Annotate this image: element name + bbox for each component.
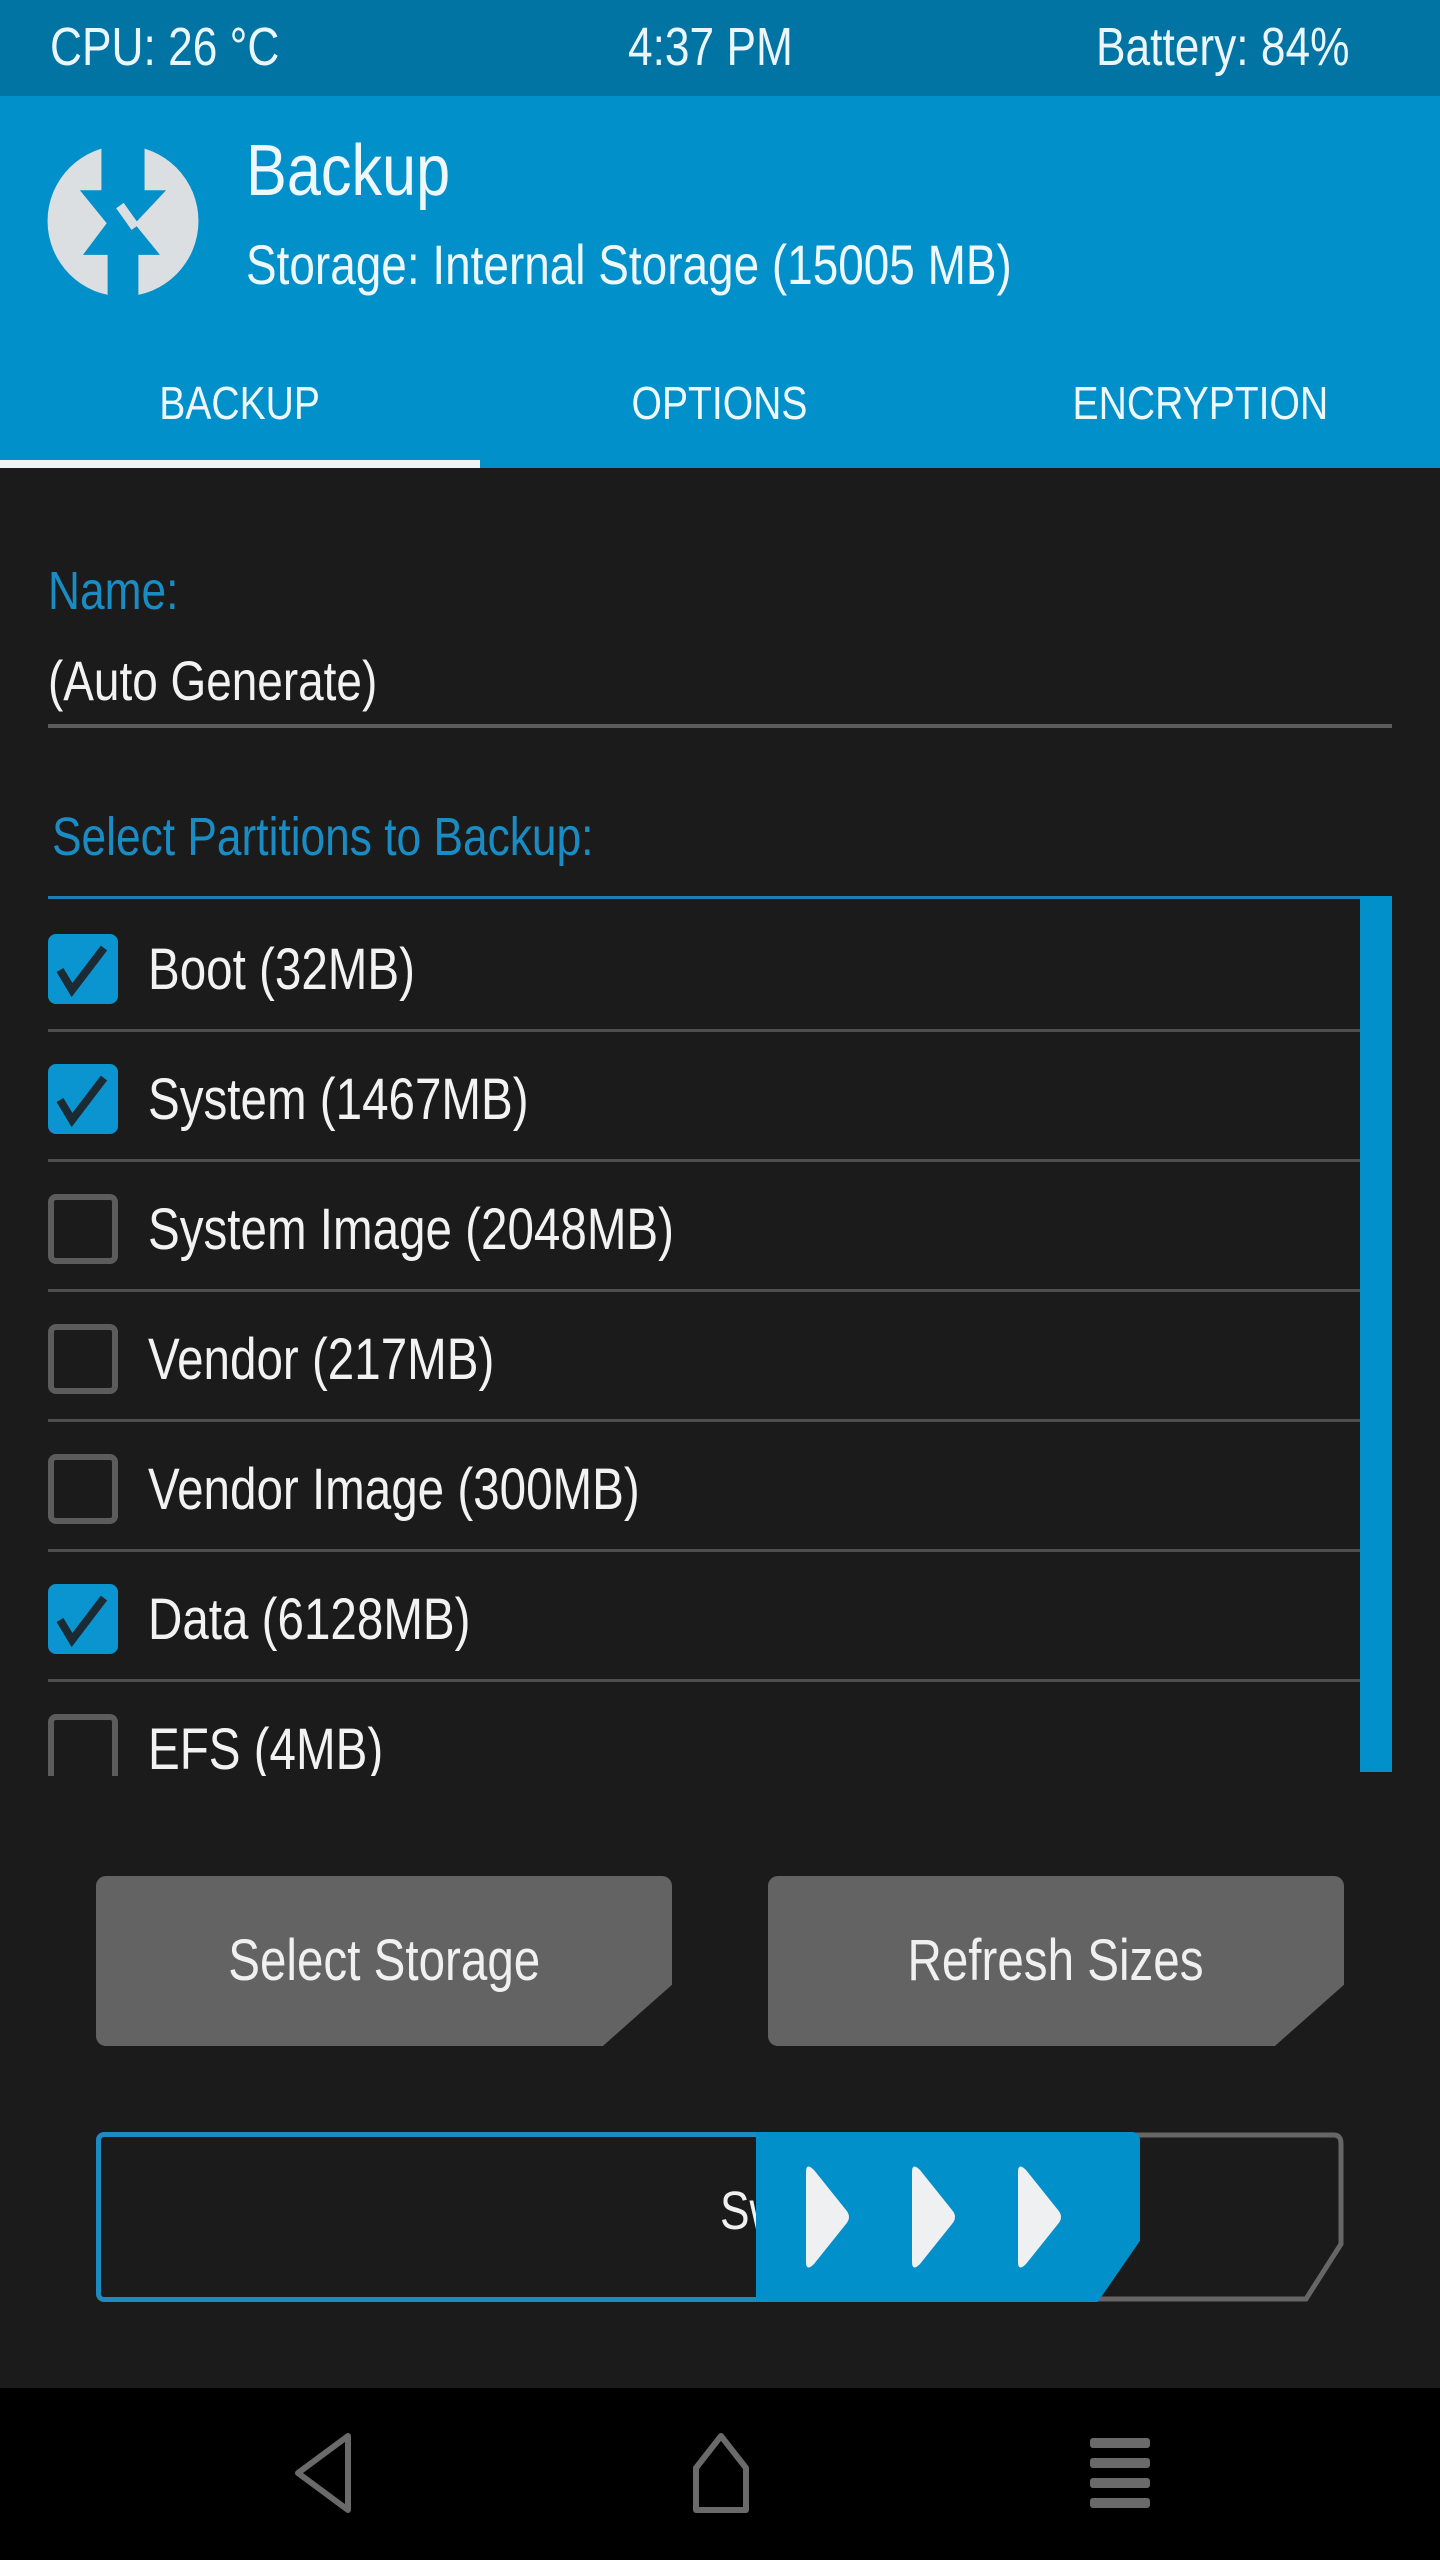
- name-input-underline: [48, 724, 1392, 728]
- tab-options[interactable]: OPTIONS: [480, 376, 960, 466]
- active-tab-indicator: [0, 460, 480, 468]
- swipe-handle[interactable]: [756, 2132, 1140, 2302]
- back-icon[interactable]: [278, 2428, 368, 2518]
- partition-row[interactable]: System (1467MB): [48, 1032, 1360, 1162]
- status-bar: CPU: 26 °C 4:37 PM Battery: 84%: [0, 0, 1440, 96]
- partition-label: Vendor (217MB): [148, 1327, 495, 1392]
- checkbox-unchecked[interactable]: [48, 1194, 118, 1264]
- partition-row[interactable]: Vendor Image (300MB): [48, 1422, 1360, 1552]
- storage-info: Storage: Internal Storage (15005 MB): [246, 233, 1012, 296]
- name-label: Name:: [48, 561, 179, 621]
- partition-row[interactable]: Data (6128MB): [48, 1552, 1360, 1682]
- list-top-border: [48, 896, 1360, 899]
- partition-label: System Image (2048MB): [148, 1197, 675, 1262]
- checkbox-unchecked[interactable]: [48, 1454, 118, 1524]
- menu-icon[interactable]: [1076, 2428, 1166, 2518]
- partition-label: Data (6128MB): [148, 1587, 471, 1652]
- page-title: Backup: [246, 131, 451, 211]
- partition-label: Vendor Image (300MB): [148, 1457, 640, 1522]
- refresh-sizes-button[interactable]: Refresh Sizes: [768, 1876, 1344, 2046]
- checkbox-checked[interactable]: [48, 934, 118, 1004]
- button-label: Select Storage: [228, 1928, 540, 1993]
- swipe-to-backup-slider[interactable]: Swipe to Backup: [96, 2132, 1344, 2302]
- partition-row[interactable]: Boot (32MB): [48, 902, 1360, 1032]
- tab-label: OPTIONS: [632, 377, 808, 429]
- partition-label: System (1467MB): [148, 1067, 529, 1132]
- select-storage-button[interactable]: Select Storage: [96, 1876, 672, 2046]
- checkbox-checked[interactable]: [48, 1584, 118, 1654]
- partition-label: Boot (32MB): [148, 937, 415, 1002]
- checkmark-icon: [56, 1595, 108, 1648]
- partitions-heading: Select Partitions to Backup:: [52, 807, 594, 867]
- cpu-temperature: CPU: 26 °C: [50, 17, 280, 77]
- navigation-bar: [0, 2388, 1440, 2560]
- tab-encryption[interactable]: ENCRYPTION: [960, 376, 1440, 466]
- swipe-track-filled: [96, 2132, 766, 2302]
- clock: 4:37 PM: [628, 17, 793, 77]
- checkmark-icon: [56, 945, 108, 998]
- checkbox-unchecked[interactable]: [48, 1714, 118, 1776]
- checkbox-checked[interactable]: [48, 1064, 118, 1134]
- name-input[interactable]: (Auto Generate): [48, 648, 377, 713]
- battery-level: Battery: 84%: [1096, 17, 1350, 77]
- partition-row[interactable]: EFS (4MB): [48, 1682, 1360, 1776]
- home-icon[interactable]: [676, 2428, 766, 2518]
- checkbox-unchecked[interactable]: [48, 1324, 118, 1394]
- scrollbar[interactable]: [1360, 896, 1392, 1772]
- partition-list: Boot (32MB) System (1467MB) System Image (…: [48, 896, 1392, 1776]
- triple-arrow-right-icon: [806, 2166, 1061, 2268]
- tab-label: ENCRYPTION: [1072, 377, 1328, 429]
- partition-row[interactable]: System Image (2048MB): [48, 1162, 1360, 1292]
- tab-backup[interactable]: BACKUP: [0, 376, 480, 466]
- twrp-logo-icon: [47, 144, 199, 298]
- tab-label: BACKUP: [159, 377, 321, 429]
- partition-row[interactable]: Vendor (217MB): [48, 1292, 1360, 1422]
- button-label: Refresh Sizes: [907, 1928, 1205, 1993]
- checkmark-icon: [56, 1075, 108, 1128]
- partition-label: EFS (4MB): [148, 1717, 384, 1776]
